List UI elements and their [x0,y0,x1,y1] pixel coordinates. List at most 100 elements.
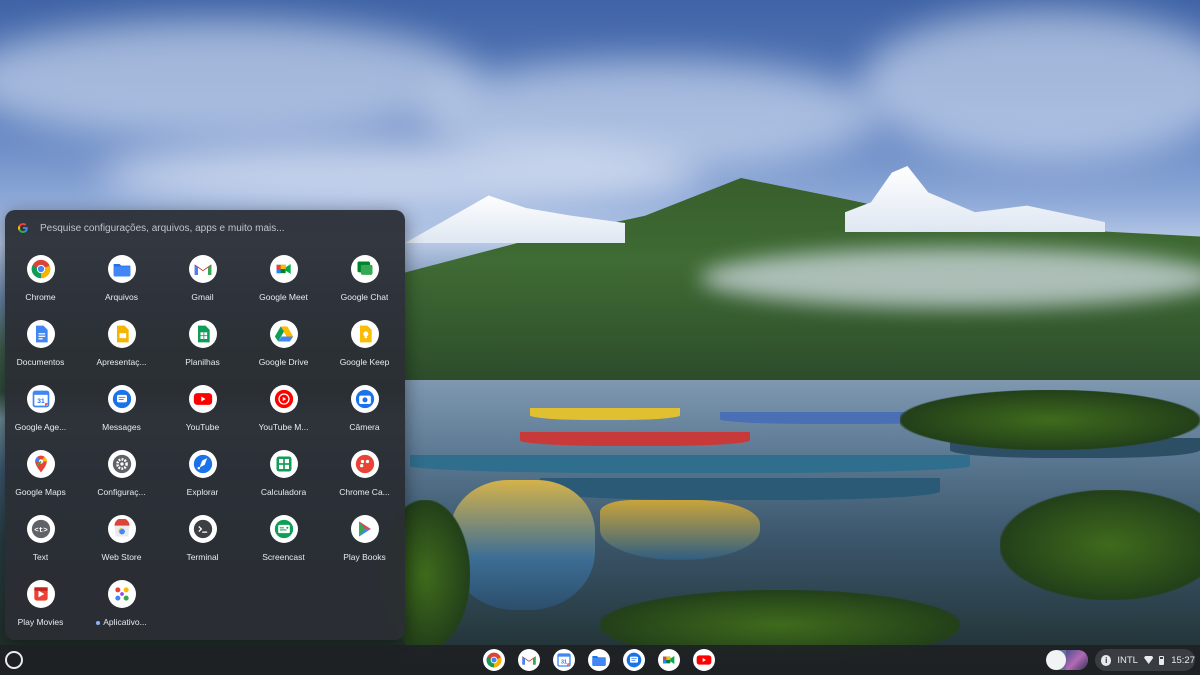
app-tile-docs[interactable]: Documentos [0,319,81,379]
app-label-text: Google Drive [258,357,309,367]
wifi-icon [1143,656,1154,664]
snow-peak [845,166,1105,232]
camera-icon [350,385,379,413]
app-tile-youtube-music[interactable]: YouTube M... [243,384,324,444]
app-tile-slides[interactable]: Apresentaç... [81,319,162,379]
app-tile-app-folder[interactable]: Aplicativo... [81,579,162,639]
shelf-chrome-button[interactable] [483,649,505,671]
shelf-gmail-button[interactable] [518,649,540,671]
docs-icon [26,320,55,348]
calculator-icon [269,450,298,478]
text-icon: <t> [26,515,55,543]
app-tile-explore[interactable]: Explorar [162,449,243,509]
shelf-meet-button[interactable] [658,649,680,671]
canvas-icon [350,450,379,478]
app-tile-label: Google Meet [259,292,308,302]
app-tile-drive[interactable]: Google Drive [243,319,324,379]
app-tile-label: Chrome Ca... [339,487,390,497]
google-g-icon [16,221,30,235]
launcher-search-row [5,210,405,246]
app-tile-camera[interactable]: Câmera [324,384,405,444]
input-method-indicator: INTL [1117,654,1138,666]
app-tile-screencast[interactable]: Screencast [243,514,324,574]
app-tile-label: Messages [102,422,141,432]
app-label-text: Explorar [186,487,219,497]
svg-text:31: 31 [37,398,45,405]
svg-text:31: 31 [561,659,567,665]
app-tile-play-books[interactable]: Play Books [324,514,405,574]
app-label-text: Configuraç... [97,487,146,497]
shelf-files-button[interactable] [588,649,610,671]
app-tile-messages[interactable]: Messages [81,384,162,444]
app-tile-label: Documentos [17,357,65,367]
status-area[interactable]: i INTL 15:27 [1095,649,1195,671]
app-tile-gmail[interactable]: Gmail [162,254,243,314]
meet-icon [661,652,677,668]
maps-icon [26,450,55,478]
boat [530,408,680,420]
app-tile-label: Screencast [262,552,305,562]
app-tile-label: Web Store [101,552,141,562]
cloud [860,10,1200,160]
battery-icon [1159,655,1165,665]
app-label-text: Google Chat [340,292,389,302]
app-tile-label: Play Movies [18,617,64,627]
app-tile-sheets[interactable]: Planilhas [162,319,243,379]
svg-text:<t>: <t> [34,527,48,535]
app-label-text: Play Movies [17,617,64,627]
app-tile-label: Explorar [187,487,219,497]
meet-icon [269,255,298,283]
avatar [1046,650,1066,670]
boat [600,500,760,560]
app-label-text: Câmera [349,422,380,432]
shelf-messages-button[interactable] [623,649,645,671]
keep-icon [350,320,379,348]
chat-icon [350,255,379,283]
app-tile-label: Google Drive [259,357,309,367]
vegetation [1000,490,1200,600]
drive-icon [269,320,298,348]
youtube-icon [188,385,217,413]
settings-icon [107,450,136,478]
app-tile-keep[interactable]: Google Keep [324,319,405,379]
shelf-calendar-button[interactable]: 31 [553,649,575,671]
holding-space-tray[interactable] [1046,650,1088,670]
files-icon [591,652,607,668]
app-label-text: Google Keep [339,357,390,367]
app-tile-meet[interactable]: Google Meet [243,254,324,314]
app-tile-chrome[interactable]: Chrome [0,254,81,314]
app-tile-webstore[interactable]: Web Store [81,514,162,574]
app-tile-label: Google Age... [15,422,67,432]
vegetation [900,390,1200,450]
app-tile-terminal[interactable]: Terminal [162,514,243,574]
launcher-button[interactable] [5,651,23,669]
app-tile-label: YouTube [186,422,219,432]
app-label-text: Text [32,552,49,562]
app-label-text: Planilhas [185,357,220,367]
clock: 15:27 [1171,654,1195,666]
app-tile-canvas[interactable]: Chrome Ca... [324,449,405,509]
launcher-search-input[interactable] [40,222,380,234]
app-tile-settings[interactable]: Configuraç... [81,449,162,509]
app-tile-calculator[interactable]: Calculadora [243,449,324,509]
app-tile-calendar[interactable]: 31 Google Age... [0,384,81,444]
app-tile-maps[interactable]: Google Maps [0,449,81,509]
info-icon: i [1101,654,1112,666]
calendar-icon: 31 [556,652,572,668]
app-label-text: Apresentaç... [96,357,147,367]
app-tile-files[interactable]: Arquivos [81,254,162,314]
app-tile-text[interactable]: <t> Text [0,514,81,574]
app-label-text: Chrome [25,292,56,302]
messages-icon [626,652,642,668]
app-tile-play-movies[interactable]: Play Movies [0,579,81,639]
app-tile-chat[interactable]: Google Chat [324,254,405,314]
gmail-icon [188,255,217,283]
app-tile-label: Arquivos [105,292,138,302]
holding-space-thumbnail [1066,650,1088,670]
webstore-icon [107,515,136,543]
shelf-youtube-button[interactable] [693,649,715,671]
slides-icon [107,320,136,348]
app-tile-youtube[interactable]: YouTube [162,384,243,444]
app-label-text: Play Books [343,552,386,562]
app-tile-label: Terminal [186,552,218,562]
